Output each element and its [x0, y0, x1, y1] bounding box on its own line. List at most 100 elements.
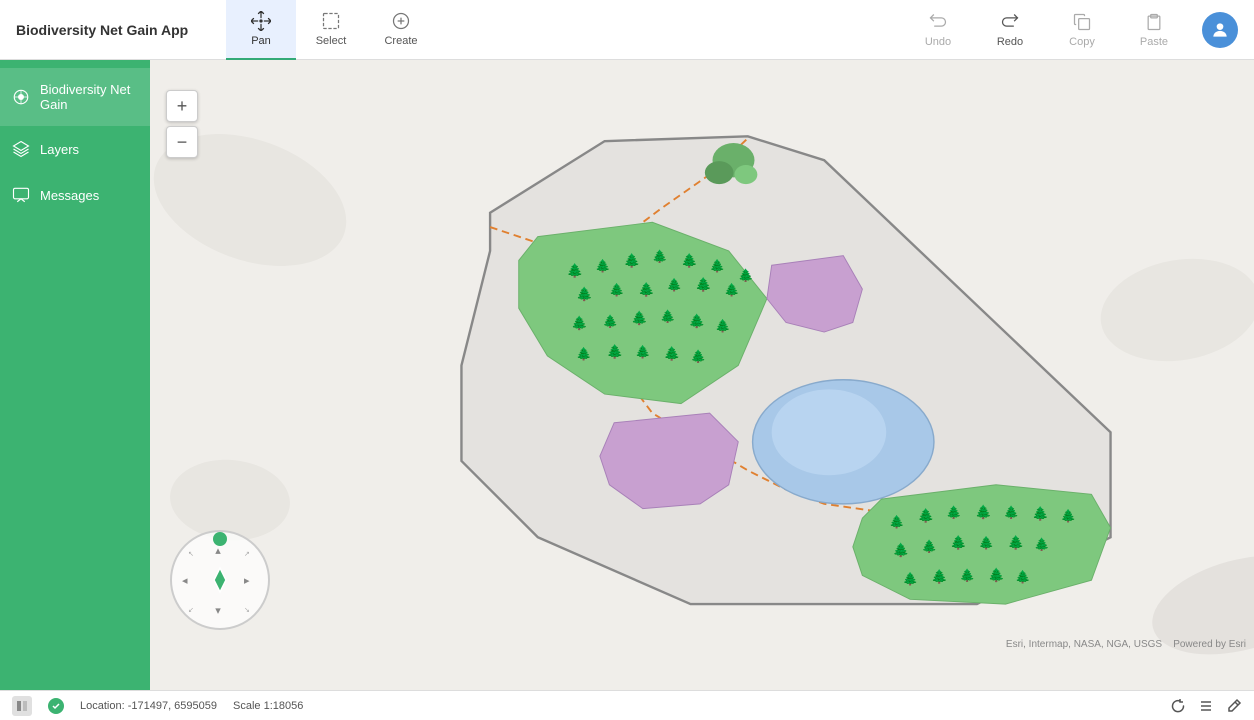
svg-text:🌲: 🌲	[946, 504, 961, 519]
esri-attribution: Esri, Intermap, NASA, NGA, USGS	[1006, 639, 1162, 650]
svg-text:🌲: 🌲	[889, 514, 904, 529]
undo-icon	[928, 12, 948, 32]
tree-top-3	[734, 165, 757, 184]
svg-text:🌲: 🌲	[1034, 537, 1049, 552]
paste-button[interactable]: Paste	[1122, 0, 1186, 60]
svg-text:🌲: 🌲	[576, 346, 591, 361]
svg-text:🌲: 🌲	[635, 344, 650, 359]
sidebar-bng-label: Biodiversity Net Gain	[40, 82, 138, 112]
map-attribution: Esri, Intermap, NASA, NGA, USGS Powered …	[1006, 639, 1246, 650]
svg-text:🌲: 🌲	[681, 252, 698, 268]
refresh-icon	[1170, 698, 1186, 714]
svg-text:🌲: 🌲	[660, 309, 675, 324]
toolbar-right: Undo Redo Copy Paste	[906, 0, 1238, 60]
redo-label: Redo	[997, 36, 1023, 48]
paste-icon	[1144, 12, 1164, 32]
svg-text:🌲: 🌲	[918, 507, 935, 523]
location-display: Location: -171497, 6595059	[80, 700, 217, 712]
svg-text:🌲: 🌲	[988, 566, 1005, 582]
edit-icon-button[interactable]	[1226, 698, 1242, 714]
svg-text:🌲: 🌲	[576, 286, 593, 302]
zoom-in-button[interactable]: +	[166, 90, 198, 122]
svg-text:🌲: 🌲	[691, 349, 706, 364]
svg-text:🌲: 🌲	[931, 568, 948, 584]
copy-icon	[1072, 12, 1092, 32]
svg-text:🌲: 🌲	[595, 258, 610, 273]
svg-text:🌲: 🌲	[638, 281, 655, 297]
status-check-icon	[51, 701, 61, 711]
collapse-icon	[16, 700, 28, 712]
toolbar: Biodiversity Net Gain App Pan Select Cre…	[0, 0, 1254, 60]
status-bar: Location: -171497, 6595059 Scale 1:18056	[0, 690, 1254, 720]
svg-text:◂: ◂	[182, 575, 188, 587]
pan-tool[interactable]: Pan	[226, 0, 296, 60]
svg-text:🌲: 🌲	[624, 252, 641, 268]
svg-text:🌲: 🌲	[893, 541, 910, 557]
copy-button[interactable]: Copy	[1050, 0, 1114, 60]
svg-text:🌲: 🌲	[631, 310, 648, 326]
svg-text:🌲: 🌲	[710, 258, 725, 273]
svg-text:🌲: 🌲	[689, 312, 706, 328]
tree-top-2	[705, 161, 734, 184]
svg-text:🌲: 🌲	[571, 314, 588, 330]
create-label: Create	[384, 35, 417, 47]
sidebar-item-bng[interactable]: Biodiversity Net Gain	[0, 68, 150, 126]
refresh-icon-button[interactable]	[1170, 698, 1186, 714]
svg-text:▴: ▴	[215, 545, 221, 557]
svg-text:🌲: 🌲	[1015, 569, 1030, 584]
sidebar-messages-label: Messages	[40, 188, 99, 203]
svg-text:🌲: 🌲	[1004, 504, 1019, 519]
bng-icon	[12, 88, 30, 106]
list-icon-button[interactable]	[1198, 698, 1214, 714]
user-icon	[1210, 20, 1230, 40]
edit-icon	[1226, 698, 1242, 714]
select-icon	[321, 11, 341, 31]
svg-text:🌲: 🌲	[1007, 534, 1024, 550]
map-container[interactable]: 🌲🌲 🌲🌲 🌲🌲 🌲 🌲🌲 🌲🌲 🌲🌲 🌲🌲 🌲🌲 🌲🌲 🌲🌲 🌲🌲 🌲	[150, 60, 1254, 690]
zoom-out-button[interactable]: −	[166, 126, 198, 158]
sidebar-item-messages[interactable]: Messages	[0, 172, 150, 218]
svg-text:▸: ▸	[244, 575, 250, 587]
create-icon	[391, 11, 411, 31]
messages-icon	[12, 186, 30, 204]
pan-icon	[251, 11, 271, 31]
svg-text:🌲: 🌲	[609, 282, 624, 297]
svg-text:🌲: 🌲	[922, 539, 937, 554]
create-tool[interactable]: Create	[366, 0, 436, 60]
svg-text:🌲: 🌲	[715, 318, 730, 333]
svg-text:↖: ↖	[188, 551, 194, 558]
select-tool[interactable]: Select	[296, 0, 366, 60]
main-content: Biodiversity Net Gain Layers Messages	[0, 60, 1254, 690]
svg-text:🌲: 🌲	[695, 276, 712, 292]
layers-icon	[12, 140, 30, 158]
svg-text:↙: ↙	[188, 607, 194, 614]
redo-button[interactable]: Redo	[978, 0, 1042, 60]
svg-text:↗: ↗	[244, 551, 250, 558]
sidebar-layers-label: Layers	[40, 142, 79, 157]
svg-text:🌲: 🌲	[652, 248, 667, 263]
user-avatar[interactable]	[1202, 12, 1238, 48]
pan-label: Pan	[251, 35, 271, 47]
select-label: Select	[316, 35, 347, 47]
sidebar: Biodiversity Net Gain Layers Messages	[0, 60, 150, 690]
copy-label: Copy	[1069, 36, 1095, 48]
svg-text:🌲: 🌲	[1061, 508, 1076, 523]
compass-widget[interactable]: ◂ ▸ ▾ ▴ ↖ ↗ ↙ ↘	[170, 530, 270, 630]
collapse-panel-button[interactable]	[12, 696, 32, 716]
app-title: Biodiversity Net Gain App	[16, 22, 226, 38]
scale-display: Scale 1:18056	[233, 700, 303, 712]
svg-text:🌲: 🌲	[566, 262, 583, 278]
svg-text:🌲: 🌲	[724, 282, 739, 297]
svg-text:🌲: 🌲	[979, 535, 994, 550]
sidebar-item-layers[interactable]: Layers	[0, 126, 150, 172]
svg-text:🌲: 🌲	[738, 268, 753, 283]
esri-powered: Powered by Esri	[1173, 639, 1246, 650]
svg-text:🌲: 🌲	[664, 345, 681, 361]
status-bar-left: Location: -171497, 6595059 Scale 1:18056	[12, 696, 1154, 716]
svg-text:🌲: 🌲	[667, 277, 682, 292]
zoom-controls: + −	[166, 90, 198, 158]
undo-button[interactable]: Undo	[906, 0, 970, 60]
svg-text:🌲: 🌲	[950, 534, 967, 550]
paste-label: Paste	[1140, 36, 1168, 48]
redo-icon	[1000, 12, 1020, 32]
